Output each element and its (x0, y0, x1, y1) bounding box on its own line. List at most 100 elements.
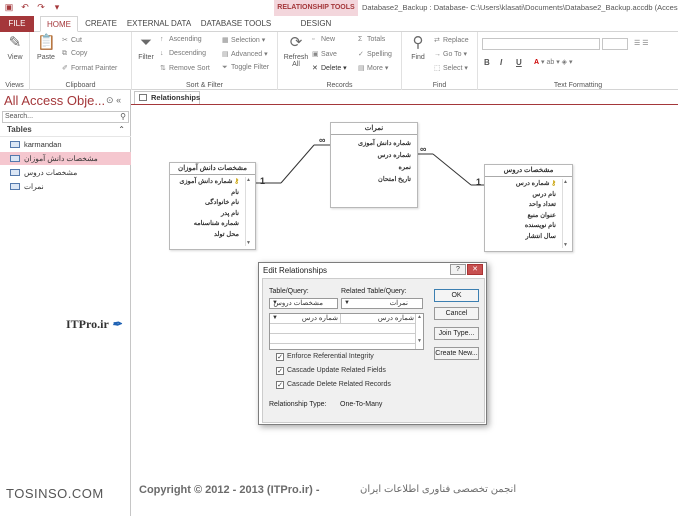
table-students-scrollbar[interactable] (245, 177, 253, 246)
nav-menu-icon[interactable]: ⊙ (106, 95, 114, 105)
list-icons[interactable]: ☰ ☰ (634, 39, 649, 47)
grid-empty-row[interactable] (270, 334, 416, 344)
save-icon[interactable]: ▣ (4, 2, 14, 12)
table-grades[interactable]: نمرات شماره دانش آموزی شماره درس نمره تا… (330, 122, 418, 208)
field-row[interactable]: شماره دانش آموزی (334, 139, 413, 151)
field-row[interactable]: ⚷ شماره درس (488, 179, 558, 190)
related-table-select[interactable]: نمرات ▼ (341, 298, 423, 309)
tosinso-watermark: TOSINSO.COM (6, 486, 104, 501)
toggle-filter-button[interactable]: ⏷ Toggle Filter (222, 64, 269, 72)
cardinality-one-courses: 1 (476, 177, 482, 187)
field-row[interactable]: نام درس (488, 190, 558, 201)
paste-button[interactable]: 📋 Paste (34, 34, 58, 61)
filter-button[interactable]: ⏷ Filter (134, 34, 158, 61)
edit-relationships-dialog: Edit Relationships ? ✕ Table/Query: Rela… (258, 262, 487, 425)
table-query-select[interactable]: مشخصات دروس ▼ (269, 298, 338, 309)
font-color-button[interactable]: A ▾ ab ▾ ◈ ▾ (534, 58, 573, 66)
new-record-button[interactable]: ▫ New (312, 36, 335, 43)
underline-button[interactable]: U (516, 58, 522, 67)
ok-button[interactable]: OK (434, 289, 479, 302)
refresh-all-button[interactable]: ⟳ Refresh All (282, 34, 310, 68)
field-row[interactable]: محل تولد (173, 230, 241, 241)
goto-button[interactable]: → Go To ▾ (434, 50, 467, 58)
ribbon-tabs: FILE HOME CREATE EXTERNAL DATA DATABASE … (0, 16, 678, 32)
field-row[interactable]: نام (173, 188, 241, 199)
grid-cell-left[interactable]: شماره درس ▼ (270, 314, 341, 324)
delete-record-button[interactable]: ✕ Delete ▾ (312, 64, 347, 72)
navigation-pane: All Access Obje... ⊙ « Search... ⚲ Tables… (0, 90, 131, 516)
find-button[interactable]: ⚲ Find (406, 34, 430, 61)
grid-empty-row[interactable] (270, 324, 416, 334)
font-color-icon: A (534, 59, 540, 66)
tab-external-data[interactable]: EXTERNAL DATA (124, 16, 194, 32)
cascade-update-checkbox[interactable]: ✓ Cascade Update Related Fields (276, 367, 386, 375)
cardinality-many-grades-right: ∞ (420, 144, 427, 154)
cardinality-many-grades-left: ∞ (319, 135, 326, 145)
totals-button[interactable]: Σ Totals (358, 36, 385, 43)
table-courses[interactable]: مشخصات دروس ⚷ شماره درس نام درس تعداد وا… (484, 164, 573, 252)
copy-button[interactable]: ⧉ Copy (62, 50, 87, 58)
field-row[interactable]: شماره درس (334, 151, 413, 163)
cut-button[interactable]: ✂ Cut (62, 36, 82, 44)
field-row[interactable]: سال انتشار (488, 232, 558, 243)
cancel-button[interactable]: Cancel (434, 307, 479, 320)
field-row[interactable]: نام نويسنده (488, 221, 558, 232)
grid-cell-right[interactable]: شماره درس (341, 314, 416, 324)
save-record-button[interactable]: ▣ Save (312, 50, 337, 58)
create-new-button[interactable]: Create New... (434, 347, 479, 360)
nav-item-grades[interactable]: نمرات (0, 180, 131, 193)
field-row[interactable]: تعداد واحد (488, 200, 558, 211)
customize-icon[interactable]: ▾ (52, 2, 62, 12)
tab-design[interactable]: DESIGN (286, 16, 346, 32)
field-row[interactable]: ⚷ شماره دانش آموزی (173, 177, 241, 188)
nav-section-tables[interactable]: Tables ⌃ (0, 125, 131, 137)
view-button[interactable]: ✎ View (3, 34, 27, 61)
advanced-button[interactable]: ▤ Advanced ▾ (222, 50, 268, 58)
sort-descending-icon: ↓ (160, 50, 164, 57)
nav-item-students[interactable]: مشخصات دانش آموزان (0, 152, 131, 165)
remove-sort-button[interactable]: ⇅ Remove Sort (160, 64, 210, 72)
spelling-button[interactable]: ✓ Spelling (358, 50, 392, 58)
bold-button[interactable]: B (484, 58, 490, 67)
table-courses-title: مشخصات دروس (485, 165, 572, 177)
more-button[interactable]: ▤ More ▾ (358, 64, 388, 72)
select-button[interactable]: ⬚ Select ▾ (434, 64, 468, 72)
descending-button[interactable]: ↓ Descending (160, 50, 206, 57)
replace-button[interactable]: ⇄ Replace (434, 36, 469, 44)
table-courses-scrollbar[interactable] (562, 179, 570, 248)
field-row[interactable]: نام خانوادگی (173, 198, 241, 209)
join-type-button[interactable]: Join Type... (434, 327, 479, 340)
advanced-icon: ▤ (222, 51, 229, 58)
cascade-delete-checkbox[interactable]: ✓ Cascade Delete Related Records (276, 381, 391, 389)
ascending-button[interactable]: ↑ Ascending (160, 36, 202, 43)
tab-home[interactable]: HOME (40, 16, 78, 32)
redo-icon[interactable]: ↷ (36, 2, 46, 12)
relationships-document-tab[interactable]: Relationships (134, 91, 200, 104)
field-row[interactable]: نام پدر (173, 209, 241, 220)
selection-button[interactable]: ▦ Selection ▾ (222, 36, 265, 44)
nav-item-courses[interactable]: مشخصات دروس (0, 166, 131, 179)
tab-database-tools[interactable]: DATABASE TOOLS (198, 16, 274, 32)
field-mapping-grid[interactable]: شماره درس ▼ شماره درس ▲ ▼ (269, 313, 424, 350)
field-row[interactable]: عنوان منبع (488, 211, 558, 222)
enforce-integrity-checkbox[interactable]: ✓ Enforce Referential Integrity (276, 353, 374, 361)
help-button[interactable]: ? (450, 264, 466, 275)
shutter-bar-icon[interactable]: « (116, 95, 121, 105)
font-name-select[interactable] (482, 38, 600, 50)
tab-file[interactable]: FILE (0, 16, 34, 32)
tab-create[interactable]: CREATE (82, 16, 120, 32)
field-row[interactable]: نمره (334, 163, 413, 175)
nav-search-input[interactable]: Search... ⚲ (2, 111, 129, 123)
table-students[interactable]: مشخصات دانش آموزان ⚷ شماره دانش آموزی نا… (169, 162, 256, 250)
undo-icon[interactable]: ↶ (20, 2, 30, 12)
format-painter-button[interactable]: ✐ Format Painter (62, 64, 117, 72)
italic-button[interactable]: I (500, 58, 502, 67)
contextual-tab-header: RELATIONSHIP TOOLS (274, 0, 358, 16)
field-row[interactable]: شماره شناسنامه (173, 219, 241, 230)
font-size-select[interactable] (602, 38, 628, 50)
close-button[interactable]: ✕ (467, 264, 483, 275)
field-row[interactable]: تاریخ امتحان (334, 175, 413, 187)
grid-scrollbar[interactable]: ▲ ▼ (415, 314, 423, 349)
nav-item-karmandan[interactable]: karmandan (0, 138, 131, 151)
nav-pane-title[interactable]: All Access Obje... (4, 93, 105, 108)
